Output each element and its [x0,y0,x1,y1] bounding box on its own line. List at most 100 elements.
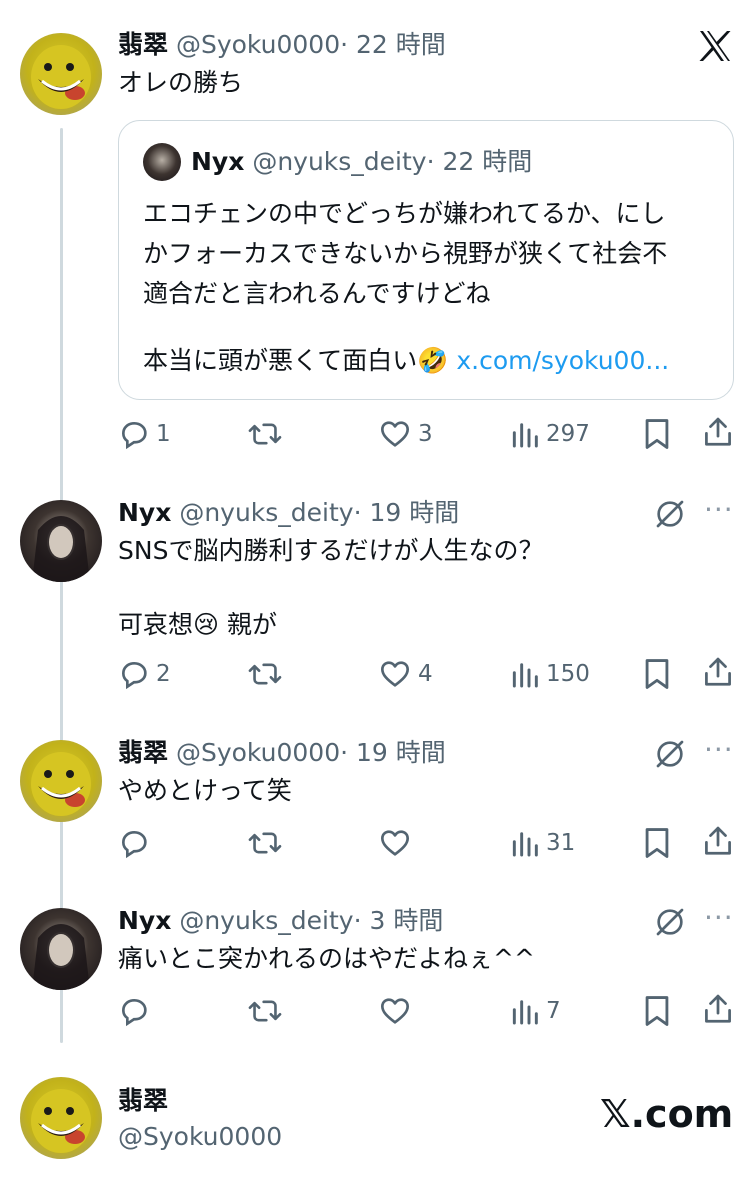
reply-button[interactable] [118,993,156,1029]
reply-1-line-2: 可哀想😢 親が [118,610,278,639]
thread-line [60,128,63,1043]
main-post-text: オレの勝ち [118,68,244,97]
handle[interactable]: @Syoku0000 [118,1122,282,1151]
x-com-brand[interactable]: 𝕏.com [600,1092,733,1136]
footer-handle: @Syoku0000 [118,1122,282,1152]
avatar-syoku[interactable] [20,1077,102,1159]
repost-button[interactable] [248,825,288,861]
quote-link[interactable]: x.com/syoku00... [456,346,669,375]
reply-icon [121,661,147,690]
reply-icon [121,998,147,1027]
handle[interactable]: @nyuks_deity [179,906,353,935]
reply-icon [121,421,147,450]
handle[interactable]: @Syoku0000 [176,30,340,59]
share-button[interactable] [703,823,733,859]
reply-icon [121,830,147,859]
avatar-nyx[interactable] [20,908,102,990]
heart-icon [381,998,409,1024]
bird-avatar-art [31,1089,91,1153]
views-icon [512,663,538,688]
repost-icon [248,832,282,854]
bookmark-icon [645,659,669,689]
more-options-icon[interactable]: ··· [704,904,734,932]
more-options-icon[interactable]: ··· [704,496,734,524]
reply-count: 2 [156,661,171,687]
timestamp[interactable]: · 19 時間 [354,498,460,527]
quote-line-4-text: 本当に頭が悪くて面白い🤣 [143,346,457,375]
like-count: 4 [418,661,433,687]
reply-button[interactable]: 2 [118,656,171,692]
display-name[interactable]: 翡翠 [118,738,168,767]
quote-line-1: エコチェンの中でどっちが嫌われてるか、にし [143,199,666,228]
views-count: 31 [546,830,576,856]
quote-handle: @nyuks_deity [252,147,427,176]
reply-3-line-1: 痛いとこ突かれるのはやだよねぇ^^ [118,944,535,973]
repost-icon [248,423,282,445]
display-name[interactable]: 翡翠 [118,30,168,59]
like-button[interactable]: 4 [378,656,433,692]
display-name[interactable]: Nyx [118,498,171,527]
repost-button[interactable] [248,656,288,692]
views-count: 150 [546,661,590,687]
nyx-avatar-art [32,924,90,990]
bird-avatar-art [31,752,91,816]
repost-button[interactable] [248,993,288,1029]
like-count: 3 [418,421,433,447]
share-button[interactable] [703,991,733,1027]
avatar-syoku[interactable] [20,33,102,115]
bookmark-button[interactable] [642,656,672,692]
views-count: 7 [546,998,561,1024]
quote-header: Nyx @nyuks_deity· 22 時間 [191,147,532,177]
quote-line-3: 適合だと言われるんですけどね [143,279,491,308]
avatar-nyx[interactable] [20,500,102,582]
grok-icon[interactable] [654,738,686,770]
timestamp[interactable]: · 3 時間 [354,906,444,935]
bookmark-icon [645,419,669,449]
grok-icon[interactable] [654,906,686,938]
display-name[interactable]: 翡翠 [118,1086,168,1115]
reply-3-header: Nyx @nyuks_deity· 3 時間 [118,906,443,936]
like-button[interactable] [378,825,418,861]
bookmark-button[interactable] [642,416,672,452]
x-logo-icon[interactable] [698,30,732,62]
bookmark-button[interactable] [642,825,672,861]
bookmark-button[interactable] [642,993,672,1029]
views-count: 297 [546,421,590,447]
footer-display-name: 翡翠 [118,1086,168,1116]
share-icon [705,657,731,686]
share-icon [705,994,731,1023]
timestamp[interactable]: · 22 時間 [340,30,446,59]
repost-button[interactable] [248,416,288,452]
share-button[interactable] [703,414,733,450]
reply-button[interactable] [118,825,156,861]
views-button[interactable]: 150 [510,656,590,692]
quote-display-name: Nyx [191,147,245,176]
handle[interactable]: @nyuks_deity [179,498,353,527]
reply-button[interactable]: 1 [118,416,171,452]
bird-avatar-art [31,45,91,109]
views-button[interactable]: 31 [510,825,575,861]
views-button[interactable]: 297 [510,416,590,452]
views-button[interactable]: 7 [510,993,561,1029]
display-name[interactable]: Nyx [118,906,171,935]
grok-icon[interactable] [654,498,686,530]
handle[interactable]: @Syoku0000 [176,738,340,767]
repost-icon [248,1000,282,1022]
quote-line-2: かフォーカスできないから視野が狭くて社会不 [143,239,668,268]
avatar-syoku[interactable] [20,740,102,822]
like-button[interactable]: 3 [378,416,433,452]
quoted-post[interactable]: Nyx @nyuks_deity· 22 時間 エコチェンの中でどっちが嫌われて… [118,120,734,400]
nyx-avatar-art [32,516,90,582]
more-options-icon[interactable]: ··· [704,736,734,764]
timestamp[interactable]: · 19 時間 [340,738,446,767]
reply-count: 1 [156,421,171,447]
main-post-header: 翡翠 @Syoku0000· 22 時間 [118,30,446,60]
views-icon [512,423,538,448]
bookmark-icon [645,828,669,858]
reply-2-line-1: やめとけって笑 [118,776,292,805]
share-icon [705,826,731,855]
bookmark-icon [645,996,669,1026]
like-button[interactable] [378,993,418,1029]
share-button[interactable] [703,654,733,690]
heart-icon [381,830,409,856]
